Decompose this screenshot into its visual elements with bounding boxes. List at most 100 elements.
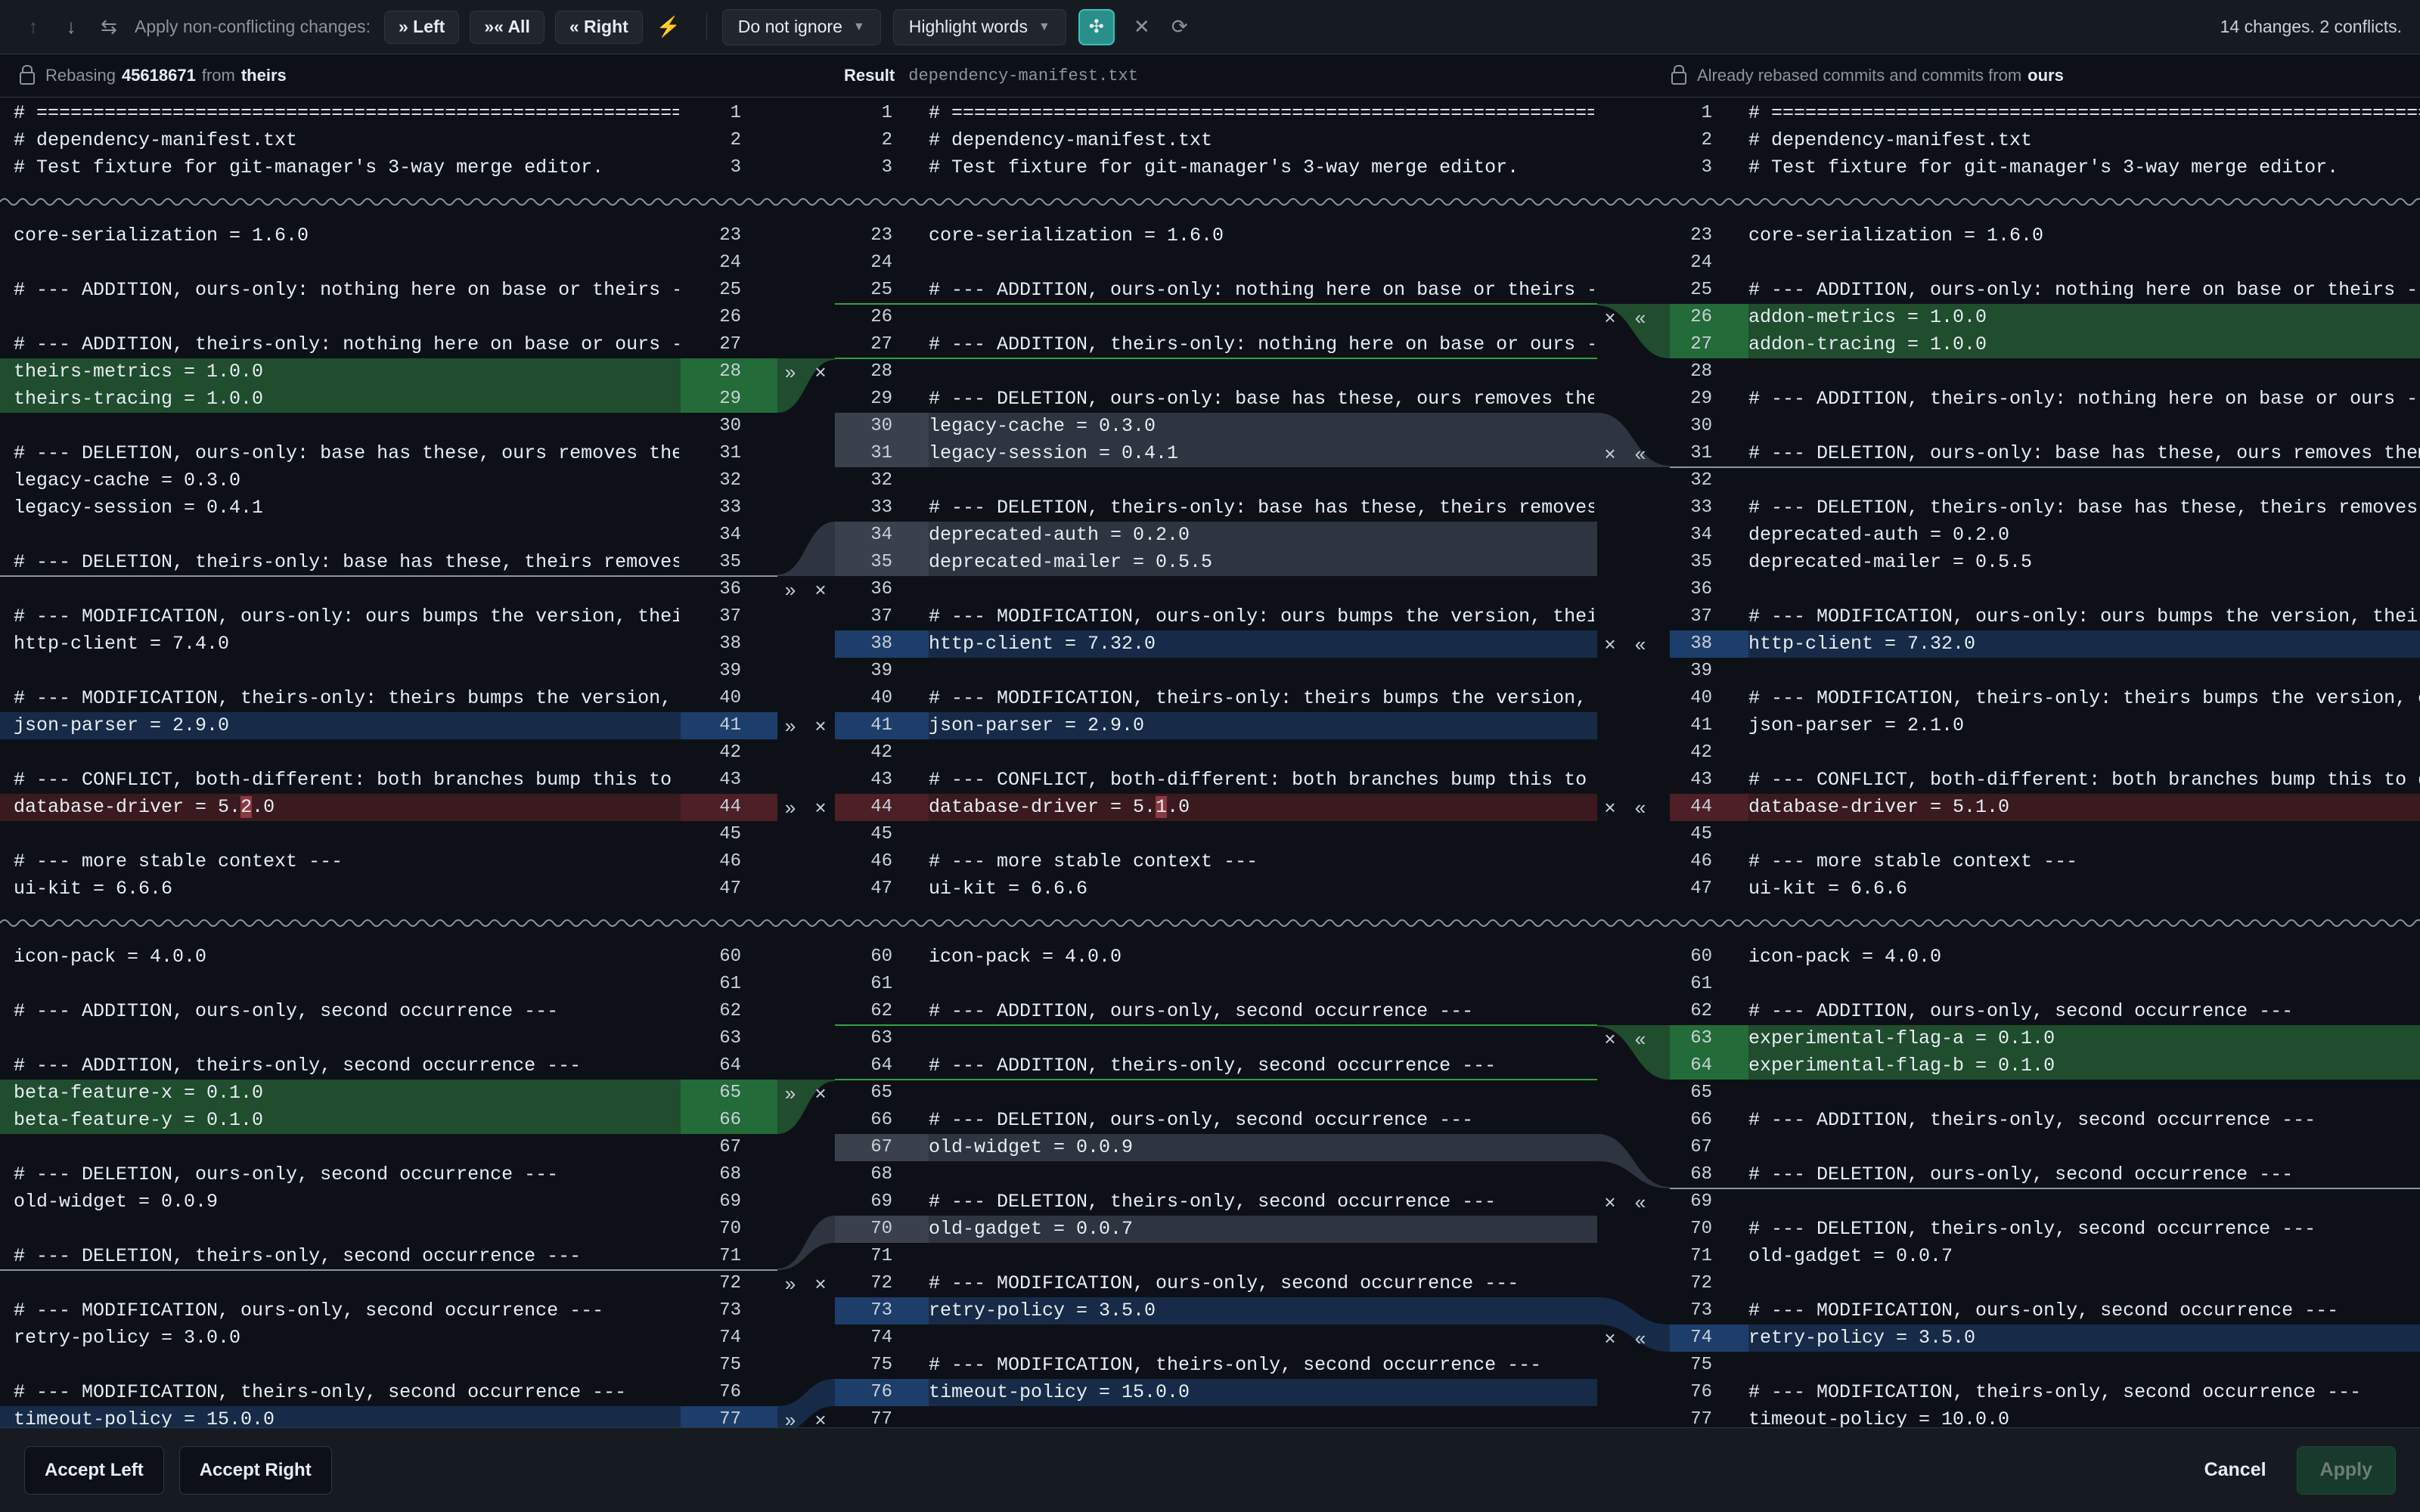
right-code-line[interactable] (1748, 467, 2420, 494)
result-code-line[interactable]: icon-pack = 4.0.0 (929, 943, 1594, 971)
left-code-line[interactable] (14, 1216, 679, 1243)
left-code-line[interactable]: theirs-tracing = 1.0.0 (14, 386, 679, 413)
left-code-line[interactable]: icon-pack = 4.0.0 (14, 943, 679, 971)
sync-scroll-icon[interactable]: ✣ (1078, 8, 1115, 45)
result-code-line[interactable]: # --- ADDITION, ours-only, second occurr… (929, 998, 1594, 1025)
discard-right-change-button[interactable]: × (1599, 440, 1621, 467)
apply-right-change-button[interactable]: « (1629, 1188, 1652, 1216)
cancel-button[interactable]: Cancel (2204, 1459, 2266, 1481)
left-code-line[interactable]: # --- MODIFICATION, theirs-only, second … (14, 1379, 679, 1406)
result-code-line[interactable]: # --- MODIFICATION, theirs-only: theirs … (929, 685, 1594, 712)
result-code-line[interactable] (929, 1243, 1594, 1270)
left-code-line[interactable]: # dependency-manifest.txt (14, 127, 679, 154)
left-code-line[interactable]: # --- DELETION, ours-only, second occurr… (14, 1161, 679, 1188)
result-code-line[interactable]: legacy-cache = 0.3.0 (929, 413, 1594, 440)
left-code-line[interactable] (14, 576, 679, 603)
apply-right-change-button[interactable]: « (1629, 440, 1652, 467)
result-code-line[interactable]: # --- MODIFICATION, ours-only, second oc… (929, 1270, 1594, 1297)
discard-right-change-button[interactable]: × (1599, 794, 1621, 821)
right-code-line[interactable]: retry-policy = 3.5.0 (1748, 1325, 2420, 1352)
right-code-line[interactable]: # dependency-manifest.txt (1748, 127, 2420, 154)
right-code-line[interactable]: timeout-policy = 10.0.0 (1748, 1406, 2420, 1427)
apply-left-change-button[interactable]: » (779, 712, 802, 739)
arrow-up-icon[interactable]: ↑ (18, 12, 48, 42)
result-code-line[interactable]: # ======================================… (929, 100, 1594, 127)
apply-right-button[interactable]: « Right (554, 10, 643, 44)
left-code-line[interactable] (14, 522, 679, 549)
right-code-line[interactable]: ui-kit = 6.6.6 (1748, 875, 2420, 903)
left-code-line[interactable]: # --- more stable context --- (14, 848, 679, 875)
right-code-line[interactable]: # --- DELETION, theirs-only: base has th… (1748, 494, 2420, 522)
apply-right-change-button[interactable]: « (1629, 794, 1652, 821)
close-icon[interactable]: ✕ (1127, 12, 1157, 42)
discard-right-change-button[interactable]: × (1599, 1325, 1621, 1352)
result-code-line[interactable]: # --- DELETION, ours-only: base has thes… (929, 386, 1594, 413)
right-code-line[interactable]: # --- DELETION, theirs-only, second occu… (1748, 1216, 2420, 1243)
discard-left-change-button[interactable]: × (809, 794, 832, 821)
discard-left-change-button[interactable]: × (809, 1270, 832, 1297)
right-code-line[interactable]: # --- ADDITION, theirs-only, second occu… (1748, 1107, 2420, 1134)
collapsed-lines-separator[interactable] (0, 919, 2420, 927)
collapsed-lines-separator[interactable] (0, 198, 2420, 206)
left-code-line[interactable]: # --- MODIFICATION, ours-only, second oc… (14, 1297, 679, 1325)
left-code-line[interactable] (14, 658, 679, 685)
discard-right-change-button[interactable]: × (1599, 1025, 1621, 1052)
result-code-line[interactable]: old-widget = 0.0.9 (929, 1134, 1594, 1161)
right-code-line[interactable]: addon-metrics = 1.0.0 (1748, 304, 2420, 331)
result-code-line[interactable]: # --- DELETION, theirs-only: base has th… (929, 494, 1594, 522)
result-code-line[interactable]: http-client = 7.32.0 (929, 631, 1594, 658)
right-code-line[interactable]: json-parser = 2.1.0 (1748, 712, 2420, 739)
left-code-line[interactable]: database-driver = 5.2.0 (14, 794, 679, 821)
result-code-line[interactable] (929, 304, 1594, 331)
left-code-line[interactable]: legacy-session = 0.4.1 (14, 494, 679, 522)
discard-left-change-button[interactable]: × (809, 1406, 832, 1427)
right-code-line[interactable] (1748, 1134, 2420, 1161)
apply-changes-icon[interactable]: ⇆ (94, 12, 124, 42)
result-code-line[interactable] (929, 658, 1594, 685)
right-code-line[interactable] (1748, 249, 2420, 277)
result-code-line[interactable] (929, 1406, 1594, 1427)
left-code-line[interactable]: ui-kit = 6.6.6 (14, 875, 679, 903)
left-code-line[interactable] (14, 249, 679, 277)
right-code-line[interactable] (1748, 576, 2420, 603)
magic-resolve-icon[interactable]: ⚡ (653, 12, 684, 42)
result-code-line[interactable] (929, 1025, 1594, 1052)
apply-left-change-button[interactable]: » (779, 1270, 802, 1297)
result-code-line[interactable]: deprecated-mailer = 0.5.5 (929, 549, 1594, 576)
left-code-line[interactable] (14, 739, 679, 767)
apply-all-button[interactable]: »« All (470, 10, 544, 44)
right-code-line[interactable] (1748, 821, 2420, 848)
result-code-line[interactable] (929, 576, 1594, 603)
discard-left-change-button[interactable]: × (809, 712, 832, 739)
discard-left-change-button[interactable]: × (809, 358, 832, 386)
accept-left-button[interactable]: Accept Left (24, 1445, 164, 1495)
left-code-line[interactable]: legacy-cache = 0.3.0 (14, 467, 679, 494)
right-code-line[interactable]: # --- DELETION, ours-only: base has thes… (1748, 440, 2420, 467)
right-code-line[interactable] (1748, 1188, 2420, 1216)
result-code-line[interactable]: # --- MODIFICATION, ours-only: ours bump… (929, 603, 1594, 631)
ignore-whitespace-dropdown[interactable]: Do not ignore ▼ (721, 8, 881, 45)
result-code-line[interactable]: # dependency-manifest.txt (929, 127, 1594, 154)
right-code-line[interactable]: # --- MODIFICATION, ours-only, second oc… (1748, 1297, 2420, 1325)
result-code-line[interactable]: # --- DELETION, ours-only, second occurr… (929, 1107, 1594, 1134)
arrow-down-icon[interactable]: ↓ (56, 12, 86, 42)
apply-left-change-button[interactable]: » (779, 1080, 802, 1107)
discard-left-change-button[interactable]: × (809, 1080, 832, 1107)
right-code-line[interactable] (1748, 1270, 2420, 1297)
left-code-line[interactable]: # ======================================… (14, 100, 679, 127)
result-code-line[interactable]: # --- ADDITION, theirs-only, second occu… (929, 1052, 1594, 1080)
apply-right-change-button[interactable]: « (1629, 304, 1652, 331)
left-code-line[interactable]: # --- ADDITION, theirs-only, second occu… (14, 1052, 679, 1080)
accept-right-button[interactable]: Accept Right (178, 1445, 332, 1495)
left-code-line[interactable]: # --- ADDITION, ours-only, second occurr… (14, 998, 679, 1025)
left-code-line[interactable]: # --- DELETION, theirs-only: base has th… (14, 549, 679, 576)
right-code-line[interactable] (1748, 1352, 2420, 1379)
right-code-line[interactable]: # --- MODIFICATION, theirs-only: theirs … (1748, 685, 2420, 712)
result-code-line[interactable] (929, 249, 1594, 277)
refresh-icon[interactable]: ⟳ (1165, 12, 1195, 42)
result-code-line[interactable] (929, 467, 1594, 494)
result-code-line[interactable]: # --- ADDITION, theirs-only: nothing her… (929, 331, 1594, 358)
right-code-line[interactable]: experimental-flag-b = 0.1.0 (1748, 1052, 2420, 1080)
right-code-line[interactable]: # --- MODIFICATION, theirs-only, second … (1748, 1379, 2420, 1406)
right-code-line[interactable]: addon-tracing = 1.0.0 (1748, 331, 2420, 358)
